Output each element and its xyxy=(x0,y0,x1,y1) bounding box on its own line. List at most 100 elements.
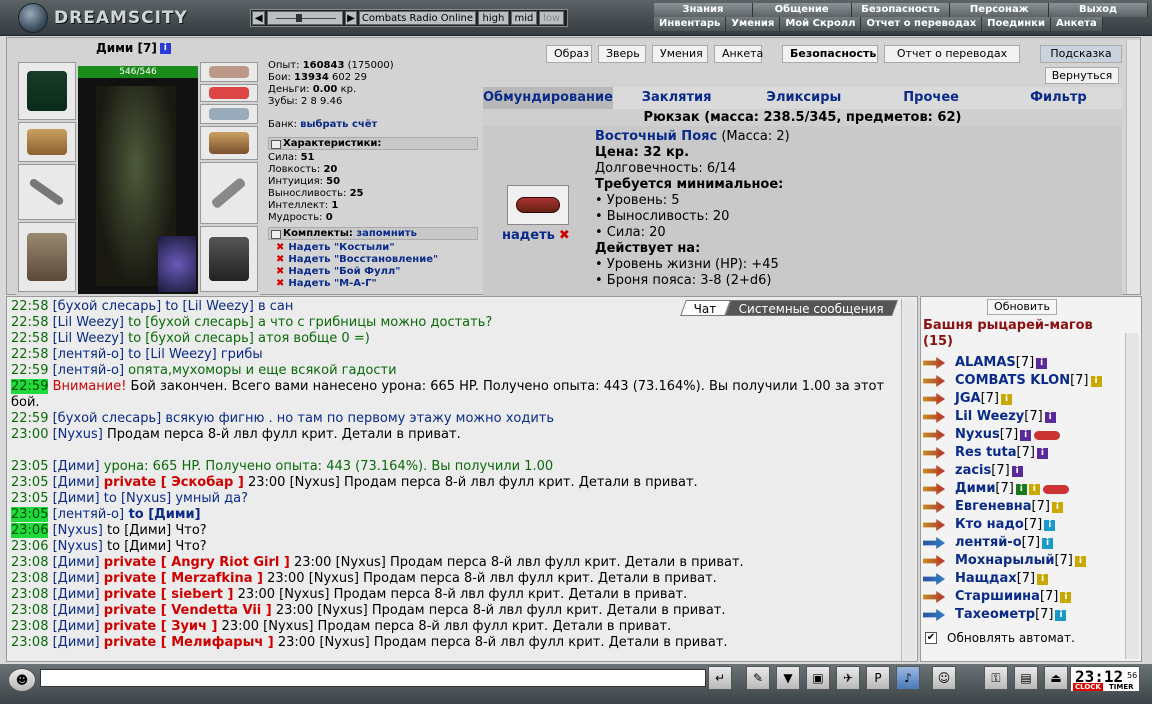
private-arrow-icon[interactable] xyxy=(923,573,945,585)
menu-top-item[interactable]: Персонаж xyxy=(950,3,1050,17)
online-user-name[interactable]: Тахеометр xyxy=(955,606,1035,624)
user-info-icon[interactable]: i xyxy=(1044,519,1056,531)
online-user[interactable]: JGA [7] i xyxy=(923,390,1128,408)
info-icon[interactable]: i xyxy=(159,43,171,54)
wear-item-link[interactable]: надеть ✖ xyxy=(502,228,570,243)
chat-private-target[interactable]: private [ Merzafkina ] xyxy=(104,571,263,586)
send-icon[interactable]: ↵ xyxy=(708,666,732,690)
chat-timestamp[interactable]: 23:05 xyxy=(11,475,48,490)
lock-icon[interactable]: ⚿ xyxy=(984,666,1008,690)
save-log-icon[interactable]: ▣ xyxy=(806,666,830,690)
tab-system-messages[interactable]: Системные сообщения xyxy=(725,300,898,316)
radio-volume-slider[interactable] xyxy=(267,11,344,25)
music-icon[interactable]: ♪ xyxy=(896,666,920,690)
characteristics-header[interactable]: Характеристики: xyxy=(268,137,478,150)
top-scrollbar[interactable] xyxy=(1126,40,1140,294)
online-user-name[interactable]: Дими xyxy=(955,480,995,498)
inventory-tab[interactable]: Прочее xyxy=(868,87,995,109)
character-name[interactable]: Дими [7] i xyxy=(96,41,171,55)
online-user[interactable]: Тахеометр [7] i xyxy=(923,606,1128,624)
nav-button[interactable]: Безопасность xyxy=(782,45,878,63)
chat-timestamp[interactable]: 22:59 xyxy=(11,411,48,426)
online-user[interactable]: Мохнарылый [7] i xyxy=(923,552,1128,570)
chat-nick[interactable]: [Дими] xyxy=(53,571,100,586)
online-user-name[interactable]: Нащдах xyxy=(955,570,1017,588)
nav-button[interactable]: Умения xyxy=(652,45,708,63)
online-user-name[interactable]: Nyxus xyxy=(955,426,1000,444)
nav-button[interactable]: Анкета xyxy=(714,45,763,63)
user-info-icon[interactable]: i xyxy=(1044,411,1056,423)
auto-update-toggle[interactable]: ✔ Обновлять автомат. xyxy=(925,631,1075,645)
chat-nick[interactable]: [Дими] xyxy=(53,555,100,570)
private-arrow-icon[interactable] xyxy=(923,357,945,369)
amulet-slot[interactable] xyxy=(200,84,258,102)
private-arrow-icon[interactable] xyxy=(923,519,945,531)
timer-mode-label[interactable]: TIMER xyxy=(1109,683,1134,691)
boots-slot[interactable] xyxy=(200,226,258,292)
online-user[interactable]: Кто надо [7] i xyxy=(923,516,1128,534)
user-info-icon[interactable]: i xyxy=(1015,483,1027,495)
gloves-slot[interactable] xyxy=(200,126,258,160)
menu-top-item[interactable]: Знания xyxy=(654,3,753,17)
shield-slot[interactable] xyxy=(200,162,258,224)
private-arrow-icon[interactable] xyxy=(923,609,945,621)
set-item[interactable]: ✖ Надеть "М-А-Г" xyxy=(276,278,438,290)
chat-timestamp[interactable]: 22:58 xyxy=(11,347,48,362)
nav-button[interactable]: Зверь xyxy=(598,45,646,63)
private-arrow-icon[interactable] xyxy=(923,429,945,441)
tab-chat[interactable]: Чат xyxy=(680,300,731,316)
set-item[interactable]: ✖ Надеть "Костыли" xyxy=(276,242,438,254)
online-user-name[interactable]: JGA xyxy=(955,390,981,408)
private-icon[interactable]: P xyxy=(866,666,890,690)
set-item[interactable]: ✖ Надеть "Восстановление" xyxy=(276,254,438,266)
radio-play-button[interactable]: ▶ xyxy=(345,11,357,25)
chat-nick[interactable]: [Nyxus] xyxy=(53,523,103,538)
online-user-name[interactable]: ALAMAS xyxy=(955,354,1016,372)
user-info-icon[interactable]: i xyxy=(1051,501,1063,513)
monitor-icon[interactable]: ▤ xyxy=(1014,666,1038,690)
inventory-tab[interactable]: Обмундирование xyxy=(483,87,613,109)
chat-nick[interactable]: [Nyxus] xyxy=(53,427,103,442)
chat-timestamp[interactable]: 23:08 xyxy=(11,587,48,602)
user-info-icon[interactable]: i xyxy=(1055,609,1067,621)
online-user[interactable]: Res tuta [7] i xyxy=(923,444,1128,462)
bracers-slot[interactable] xyxy=(18,122,76,162)
chat-timestamp[interactable]: 23:05 xyxy=(11,491,48,506)
nav-button[interactable]: Образ xyxy=(546,45,592,63)
menu-sub-item[interactable]: Умения xyxy=(726,17,781,31)
private-arrow-icon[interactable] xyxy=(923,411,945,423)
private-arrow-icon[interactable] xyxy=(923,375,945,387)
hint-button[interactable]: Подсказка xyxy=(1040,45,1122,63)
menu-top-item[interactable]: Выход xyxy=(1049,3,1148,17)
filter-icon[interactable]: ▼ xyxy=(776,666,800,690)
private-arrow-icon[interactable] xyxy=(923,537,945,549)
user-info-icon[interactable]: i xyxy=(1060,591,1072,603)
user-info-icon[interactable]: i xyxy=(1042,537,1054,549)
online-user[interactable]: zacis [7] i xyxy=(923,462,1128,480)
remove-set-icon[interactable]: ✖ xyxy=(276,278,284,289)
user-info-icon[interactable]: i xyxy=(1001,393,1012,405)
set-item-label[interactable]: Надеть "Бой Фулл" xyxy=(288,266,400,277)
online-user-name[interactable]: лентяй-о xyxy=(955,534,1022,552)
online-user[interactable]: Евгеневна [7] i xyxy=(923,498,1128,516)
menu-sub-item[interactable]: Отчет о переводах xyxy=(861,17,983,31)
set-item[interactable]: ✖ Надеть "Бой Фулл" xyxy=(276,266,438,278)
chat-scrollbar[interactable] xyxy=(901,299,915,661)
chat-timestamp[interactable]: 22:58 xyxy=(11,299,48,314)
chat-nick[interactable]: [Lil Weezy] xyxy=(53,315,124,330)
chat-timestamp[interactable]: 22:58 xyxy=(11,331,48,346)
menu-sub-item[interactable]: Поединки xyxy=(982,17,1051,31)
online-user-name[interactable]: Res tuta xyxy=(955,444,1017,462)
chat-private-target[interactable]: private [ Vendetta Vii ] xyxy=(104,603,272,618)
menu-sub-item[interactable]: Мой Скролл xyxy=(780,17,862,31)
online-user-name[interactable]: Евгеневна xyxy=(955,498,1032,516)
chat-timestamp[interactable]: 23:05 xyxy=(11,459,48,474)
online-user-name[interactable]: Lil Weezy xyxy=(955,408,1024,426)
chat-nick[interactable]: [лентяй-о] xyxy=(53,347,124,362)
pet-icon[interactable] xyxy=(158,236,196,292)
chat-timestamp[interactable]: 23:08 xyxy=(11,571,48,586)
chat-nick[interactable]: [Дими] xyxy=(53,475,100,490)
chat-nick[interactable]: [Дими] xyxy=(53,603,100,618)
user-info-icon[interactable]: i xyxy=(1074,555,1086,567)
menu-sub-item[interactable]: Анкета xyxy=(1050,17,1103,31)
